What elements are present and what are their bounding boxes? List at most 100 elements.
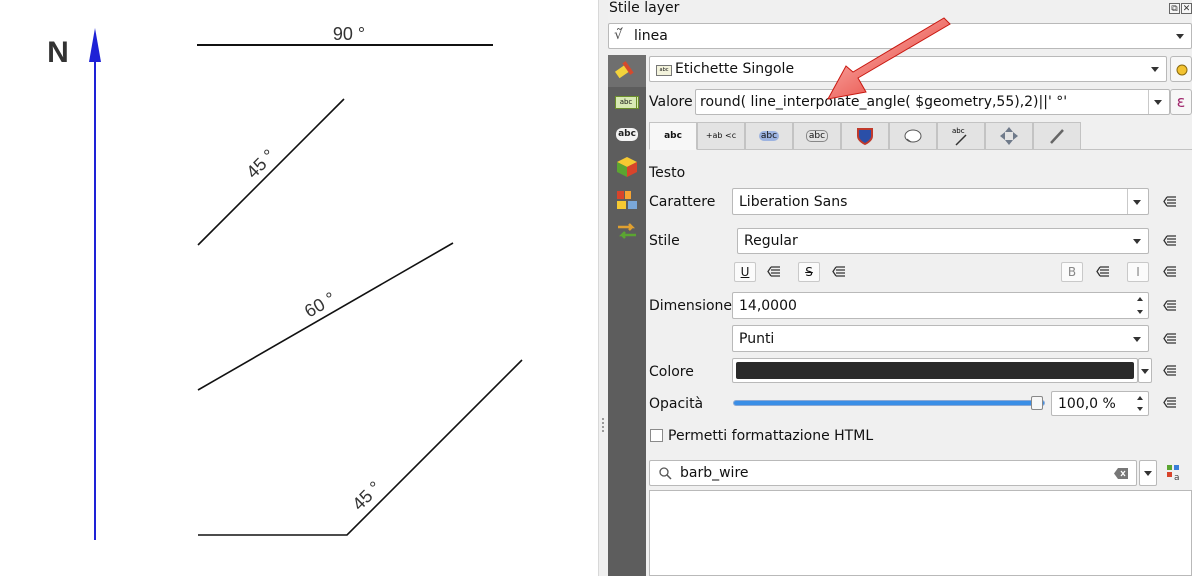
sidebar-item-symbology[interactable] bbox=[608, 55, 646, 87]
line-feature-2 bbox=[197, 98, 345, 246]
data-defined-override-button[interactable] bbox=[1159, 190, 1183, 214]
size-label: Dimensione bbox=[649, 298, 733, 314]
buffer-icon: abc bbox=[758, 131, 780, 141]
opacity-label: Opacità bbox=[649, 396, 704, 412]
spin-up-icon[interactable] bbox=[1137, 396, 1143, 400]
svg-text:abc: abc bbox=[952, 127, 965, 135]
map-canvas[interactable]: N 90 ° 45 ° 60 ° 45 ° bbox=[0, 0, 598, 576]
expression-button[interactable]: ε bbox=[1170, 89, 1192, 115]
data-defined-override-button[interactable] bbox=[1159, 327, 1183, 351]
style-manager-icon[interactable]: a bbox=[1166, 464, 1184, 482]
clear-icon[interactable] bbox=[1114, 468, 1128, 479]
renderer-select[interactable]: abc Etichette Singole bbox=[649, 56, 1167, 82]
paintbrush-icon bbox=[614, 61, 634, 79]
symbol-list[interactable] bbox=[649, 490, 1192, 576]
data-defined-icon bbox=[1163, 266, 1176, 277]
data-defined-override-button[interactable] bbox=[1092, 260, 1116, 284]
tab-formatting[interactable]: +ab <c bbox=[697, 122, 745, 150]
chevron-down-icon bbox=[1144, 471, 1152, 476]
text-abc-icon: abc bbox=[664, 131, 682, 141]
angle-label-3: 60 ° bbox=[301, 288, 339, 321]
data-defined-override-button[interactable] bbox=[828, 260, 852, 284]
mask-abc-icon: abc bbox=[616, 128, 638, 141]
tab-mask[interactable] bbox=[1033, 122, 1081, 150]
data-defined-icon bbox=[1163, 196, 1176, 207]
cube-3d-icon bbox=[617, 157, 637, 177]
data-defined-icon bbox=[767, 266, 780, 277]
float-icon[interactable]: ⧉ bbox=[1169, 3, 1180, 14]
opacity-slider-handle[interactable] bbox=[1031, 396, 1043, 410]
angle-label-1: 90 ° bbox=[333, 24, 365, 44]
spin-down-icon[interactable] bbox=[1137, 310, 1143, 314]
tab-background[interactable]: abc bbox=[793, 122, 841, 150]
chevron-down-icon bbox=[1133, 239, 1141, 244]
tab-rendering[interactable] bbox=[985, 122, 1033, 150]
angle-label-4: 45 ° bbox=[348, 477, 385, 514]
panel-title: Stile layer bbox=[609, 0, 680, 16]
tab-placement[interactable]: abc bbox=[937, 122, 985, 150]
chevron-down-icon bbox=[1154, 100, 1162, 105]
svg-text:a: a bbox=[1174, 473, 1180, 482]
strikeout-button[interactable]: S bbox=[798, 262, 820, 282]
data-defined-override-button[interactable] bbox=[1159, 294, 1183, 318]
background-icon: abc bbox=[805, 130, 829, 142]
layer-select[interactable]: √̃ linea bbox=[608, 23, 1192, 49]
label-tag-icon: abc bbox=[656, 65, 672, 76]
tab-callouts[interactable] bbox=[889, 122, 937, 150]
italic-button[interactable]: I bbox=[1127, 262, 1149, 282]
size-spinbox[interactable]: 14,0000 bbox=[732, 292, 1149, 319]
style-search-input[interactable]: barb_wire bbox=[649, 460, 1137, 486]
font-select[interactable]: Liberation Sans bbox=[732, 188, 1149, 215]
data-defined-icon bbox=[1163, 365, 1176, 376]
color-swatch bbox=[736, 362, 1134, 379]
opacity-spinbox[interactable]: 100,0 % bbox=[1051, 391, 1149, 416]
sidebar-item-masks[interactable]: abc bbox=[608, 119, 646, 151]
sidebar-item-diagrams[interactable] bbox=[608, 183, 646, 215]
line-feature-3 bbox=[197, 242, 454, 391]
spin-up-icon[interactable] bbox=[1137, 297, 1143, 301]
history-arrows-icon bbox=[618, 223, 636, 239]
sidebar-item-history[interactable] bbox=[608, 215, 646, 247]
color-menu-button[interactable] bbox=[1138, 358, 1152, 383]
data-defined-override-button[interactable] bbox=[1159, 260, 1183, 284]
north-arrow-head bbox=[89, 28, 101, 62]
spin-down-icon[interactable] bbox=[1137, 407, 1143, 411]
move-arrows-icon bbox=[1000, 127, 1018, 145]
close-icon[interactable]: ✕ bbox=[1181, 3, 1192, 14]
tab-buffer[interactable]: abc bbox=[745, 122, 793, 150]
gear-wand-icon bbox=[1176, 64, 1188, 76]
underline-button[interactable]: U bbox=[734, 262, 756, 282]
callout-icon bbox=[904, 129, 922, 143]
search-menu-button[interactable] bbox=[1139, 460, 1157, 486]
data-defined-override-button[interactable] bbox=[1159, 359, 1183, 383]
font-label: Carattere bbox=[649, 194, 716, 210]
data-defined-override-button[interactable] bbox=[1159, 229, 1183, 253]
diagram-icon bbox=[617, 191, 637, 209]
bold-button[interactable]: B bbox=[1061, 262, 1083, 282]
data-defined-icon bbox=[1163, 397, 1176, 408]
style-select[interactable]: Regular bbox=[737, 228, 1149, 254]
value-expression-field[interactable]: round( line_interpolate_angle( $geometry… bbox=[695, 89, 1170, 115]
line-layer-icon: √̃ bbox=[614, 27, 623, 43]
shield-icon bbox=[857, 128, 873, 146]
color-button[interactable] bbox=[732, 358, 1138, 383]
data-defined-icon bbox=[832, 266, 845, 277]
auto-placement-button[interactable] bbox=[1170, 56, 1192, 82]
data-defined-override-button[interactable] bbox=[1159, 391, 1183, 415]
formatting-icon: +ab <c bbox=[705, 131, 737, 140]
panel-splitter[interactable] bbox=[598, 0, 608, 576]
html-formatting-checkbox[interactable] bbox=[650, 429, 663, 442]
chevron-down-icon bbox=[1176, 34, 1184, 39]
tab-shadow[interactable] bbox=[841, 122, 889, 150]
opacity-slider[interactable] bbox=[733, 400, 1045, 406]
north-label: N bbox=[47, 36, 69, 69]
section-title: Testo bbox=[649, 165, 686, 181]
size-units-select[interactable]: Punti bbox=[732, 325, 1149, 352]
tab-text[interactable]: abc bbox=[649, 122, 697, 150]
chevron-down-icon bbox=[1133, 199, 1141, 205]
data-defined-icon bbox=[1163, 333, 1176, 344]
label-tag-icon: abc bbox=[615, 96, 637, 109]
sidebar-item-3d[interactable] bbox=[608, 151, 646, 183]
placement-icon: abc bbox=[952, 127, 967, 146]
data-defined-override-button[interactable] bbox=[763, 260, 787, 284]
